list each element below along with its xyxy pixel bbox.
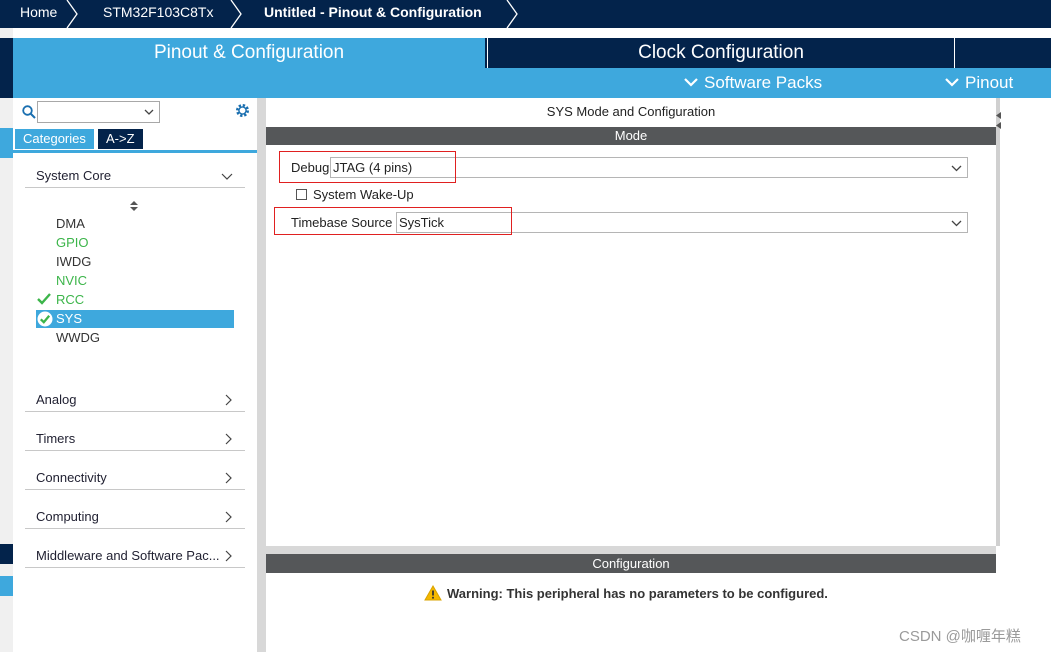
tab-extra[interactable] bbox=[955, 38, 1051, 68]
section-computing-label: Computing bbox=[36, 509, 99, 524]
page-title: SYS Mode and Configuration bbox=[546, 104, 716, 119]
breadcrumb-home[interactable]: Home bbox=[20, 0, 57, 28]
search-icon[interactable] bbox=[22, 105, 36, 119]
tab-pinout-label: Pinout & Configuration bbox=[153, 42, 345, 63]
panel-splitter[interactable] bbox=[257, 98, 266, 652]
tab-clock-label: Clock Configuration bbox=[638, 42, 804, 63]
breadcrumb-device[interactable]: STM32F103C8Tx bbox=[103, 0, 213, 28]
chevron-down-icon bbox=[945, 78, 959, 87]
peripheral-sys[interactable]: SYS bbox=[36, 310, 234, 328]
section-middleware-label: Middleware and Software Pac... bbox=[36, 548, 220, 563]
peripheral-label: WWDG bbox=[56, 330, 101, 345]
tab-categories-label: Categories bbox=[23, 131, 86, 146]
peripheral-label: IWDG bbox=[56, 254, 92, 269]
peripheral-label: RCC bbox=[56, 292, 85, 307]
system-wakeup-label: System Wake-Up bbox=[313, 187, 414, 202]
right-margin bbox=[996, 98, 1051, 546]
peripheral-iwdg[interactable]: IWDG bbox=[36, 253, 234, 271]
section-timers[interactable]: Timers bbox=[25, 427, 245, 451]
chevron-right-icon bbox=[225, 433, 232, 445]
pinout-label: Pinout bbox=[965, 73, 1014, 92]
sort-arrows-icon[interactable] bbox=[129, 200, 139, 212]
software-packs-label: Software Packs bbox=[704, 73, 823, 92]
chevron-right-icon bbox=[225, 511, 232, 523]
tab-categories[interactable]: Categories bbox=[15, 129, 94, 149]
section-middleware[interactable]: Middleware and Software Pac... bbox=[25, 544, 245, 568]
breadcrumb-project[interactable]: Untitled - Pinout & Configuration bbox=[264, 0, 482, 28]
peripheral-label: SYS bbox=[56, 311, 83, 326]
chevron-down-icon bbox=[684, 78, 698, 87]
peripheral-label: GPIO bbox=[56, 235, 89, 250]
warning-message: Warning: This peripheral has no paramete… bbox=[424, 585, 828, 601]
section-splitter[interactable] bbox=[266, 546, 996, 554]
section-analog-label: Analog bbox=[36, 392, 77, 407]
gear-icon[interactable] bbox=[234, 102, 251, 119]
breadcrumb: Home STM32F103C8Tx Untitled - Pinout & C… bbox=[0, 0, 1051, 28]
breadcrumb-home-label: Home bbox=[20, 4, 58, 20]
section-timers-label: Timers bbox=[36, 431, 76, 446]
check-circle-icon bbox=[37, 311, 53, 327]
chevron-right-icon bbox=[225, 472, 232, 484]
sub-toolbar: Software Packs Pinout bbox=[13, 68, 1051, 98]
search-row bbox=[13, 98, 257, 126]
main-tabs: Pinout & Configuration Clock Configurati… bbox=[13, 38, 1051, 68]
window-edge bbox=[0, 28, 13, 652]
category-tabs: Categories A->Z bbox=[13, 129, 257, 153]
pinout-menu[interactable]: Pinout bbox=[945, 68, 1013, 98]
section-computing[interactable]: Computing bbox=[25, 505, 245, 529]
highlight-box bbox=[279, 151, 456, 183]
peripheral-label: NVIC bbox=[56, 273, 88, 288]
peripheral-nvic[interactable]: NVIC bbox=[36, 272, 234, 290]
tab-a-z[interactable]: A->Z bbox=[98, 129, 143, 149]
tab-clock-configuration[interactable]: Clock Configuration bbox=[487, 38, 955, 68]
chevron-down-icon bbox=[221, 173, 233, 180]
peripheral-rcc[interactable]: RCC bbox=[36, 291, 234, 309]
breadcrumb-project-label: Untitled - Pinout & Configuration bbox=[264, 4, 482, 20]
categories-panel: Categories A->Z System Core DMA GPIO IWD… bbox=[13, 98, 257, 652]
configuration-header: Configuration bbox=[266, 554, 996, 573]
section-connectivity-label: Connectivity bbox=[36, 470, 107, 485]
warning-icon bbox=[424, 585, 442, 601]
chevron-right-icon bbox=[230, 0, 242, 28]
section-connectivity[interactable]: Connectivity bbox=[25, 466, 245, 490]
chevron-down-icon bbox=[144, 109, 154, 115]
software-packs-menu[interactable]: Software Packs bbox=[684, 68, 822, 98]
warning-text: Warning: This peripheral has no paramete… bbox=[447, 586, 828, 601]
search-combobox[interactable] bbox=[37, 101, 160, 123]
mode-area bbox=[266, 145, 996, 546]
system-wakeup-checkbox[interactable] bbox=[296, 189, 307, 200]
watermark: CSDN @咖喱年糕 bbox=[899, 628, 1021, 645]
chevron-right-icon bbox=[225, 394, 232, 406]
collapse-arrows-icon[interactable] bbox=[996, 112, 1002, 130]
peripheral-label: DMA bbox=[56, 216, 85, 231]
check-icon bbox=[37, 293, 51, 305]
section-system-core-label: System Core bbox=[36, 168, 112, 183]
chevron-right-icon bbox=[506, 0, 518, 28]
peripheral-gpio[interactable]: GPIO bbox=[36, 234, 234, 252]
tab-pinout-configuration[interactable]: Pinout & Configuration bbox=[13, 38, 485, 68]
section-analog[interactable]: Analog bbox=[25, 388, 245, 412]
chevron-right-icon bbox=[225, 550, 232, 562]
chevron-down-icon bbox=[951, 165, 962, 172]
peripheral-wwdg[interactable]: WWDG bbox=[36, 329, 234, 347]
chevron-right-icon bbox=[66, 0, 78, 28]
tab-a-z-label: A->Z bbox=[106, 131, 135, 146]
mode-header: Mode bbox=[266, 127, 996, 145]
highlight-box bbox=[274, 207, 512, 235]
breadcrumb-device-label: STM32F103C8Tx bbox=[103, 4, 214, 20]
section-system-core[interactable]: System Core bbox=[25, 164, 245, 188]
right-splitter[interactable] bbox=[996, 98, 1000, 546]
chevron-down-icon bbox=[951, 220, 962, 227]
peripheral-dma[interactable]: DMA bbox=[36, 215, 234, 233]
